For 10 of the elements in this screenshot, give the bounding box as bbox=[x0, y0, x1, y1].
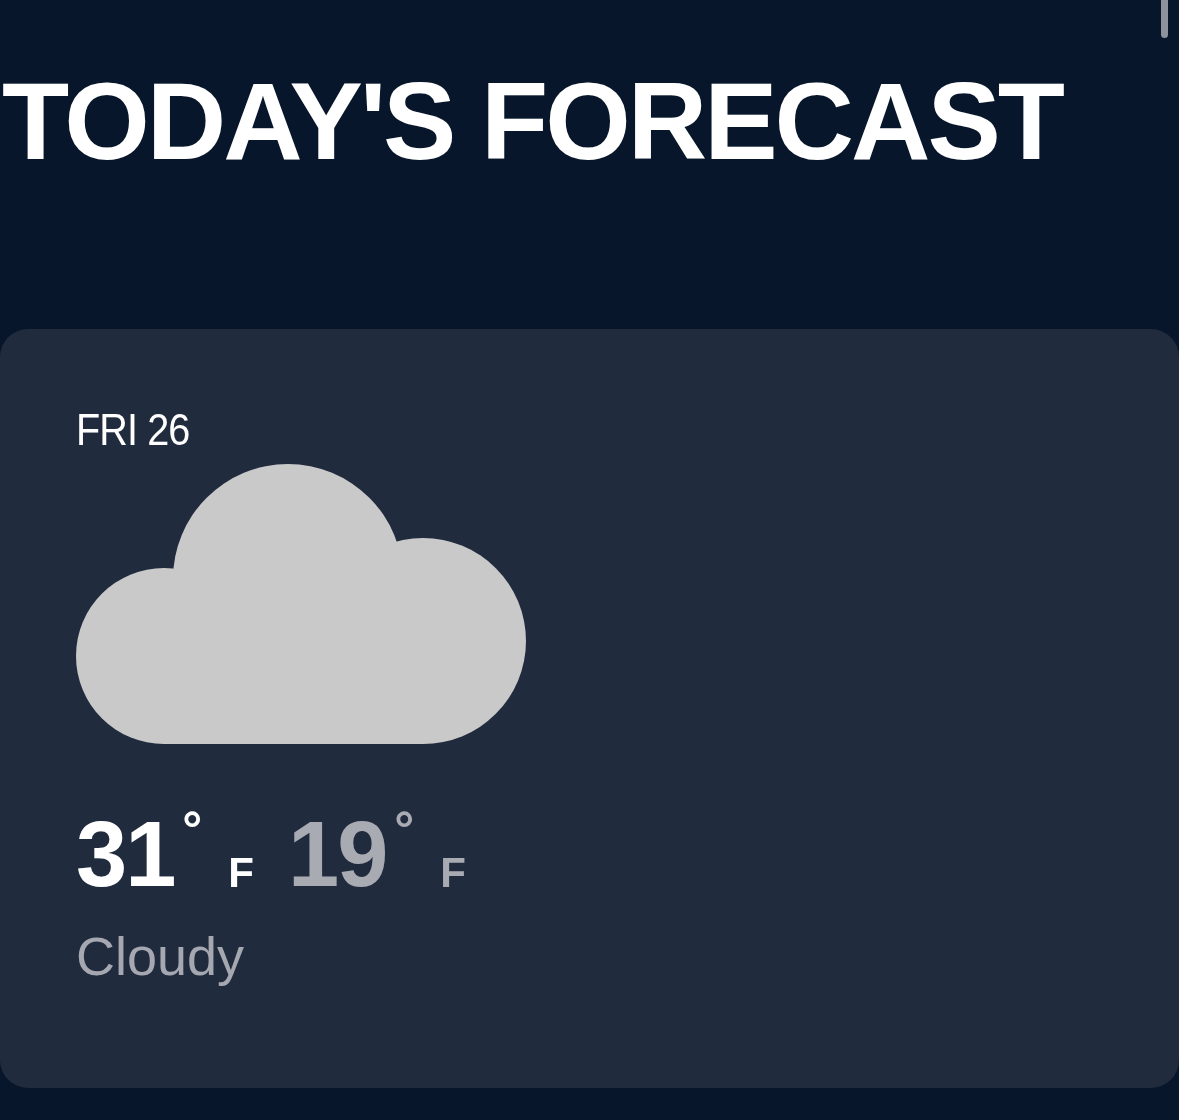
cloud-icon bbox=[76, 463, 526, 744]
unit-label: F bbox=[228, 851, 254, 894]
degree-sign: ° bbox=[182, 803, 203, 854]
degree-sign: ° bbox=[394, 803, 415, 854]
scrollbar-thumb[interactable] bbox=[1161, 0, 1168, 38]
unit-label: F bbox=[440, 851, 466, 894]
day-label: FRI 26 bbox=[76, 407, 190, 452]
temperature-value: 19 bbox=[288, 807, 387, 900]
page-title: TODAY'S FORECAST bbox=[2, 58, 1062, 184]
temperature-value: 31 bbox=[76, 807, 175, 900]
